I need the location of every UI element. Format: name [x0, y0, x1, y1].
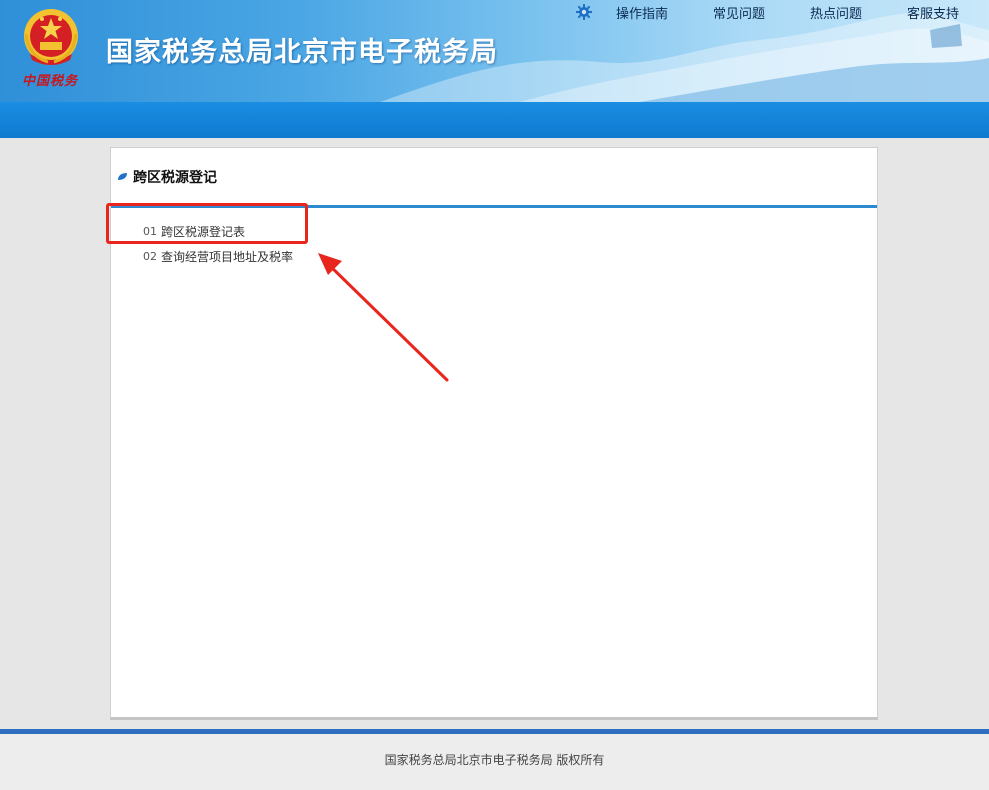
gear-icon[interactable]	[576, 4, 592, 20]
footer-copyright: 国家税务总局北京市电子税务局 版权所有	[384, 753, 605, 767]
annotation-highlight-box	[106, 203, 308, 244]
nav-operation-guide[interactable]: 操作指南	[616, 3, 668, 22]
header-bar	[0, 102, 989, 138]
top-nav: 操作指南 常见问题 热点问题 客服支持	[576, 3, 959, 22]
menu-item-label[interactable]: 查询经营项目地址及税率	[161, 248, 293, 265]
annotation-arrow-icon	[318, 253, 449, 382]
panel-header: 跨区税源登记	[111, 148, 877, 208]
site-header: 中国税务 国家税务总局北京市电子税务局 操作指南 常见问题 热点问题 客服支持	[0, 0, 989, 102]
national-emblem-icon	[24, 9, 78, 65]
site-footer: 国家税务总局北京市电子税务局 版权所有	[0, 734, 989, 790]
nav-hot-issues[interactable]: 热点问题	[810, 3, 862, 22]
seal-text: 中国税务	[22, 74, 79, 89]
site-title: 国家税务总局北京市电子税务局	[106, 37, 498, 68]
leaf-bullet-icon	[118, 173, 127, 180]
menu-item-number: 02	[143, 249, 157, 263]
nav-customer-support[interactable]: 客服支持	[907, 3, 959, 22]
nav-faq[interactable]: 常见问题	[713, 3, 765, 22]
panel-title: 跨区税源登记	[133, 170, 217, 186]
